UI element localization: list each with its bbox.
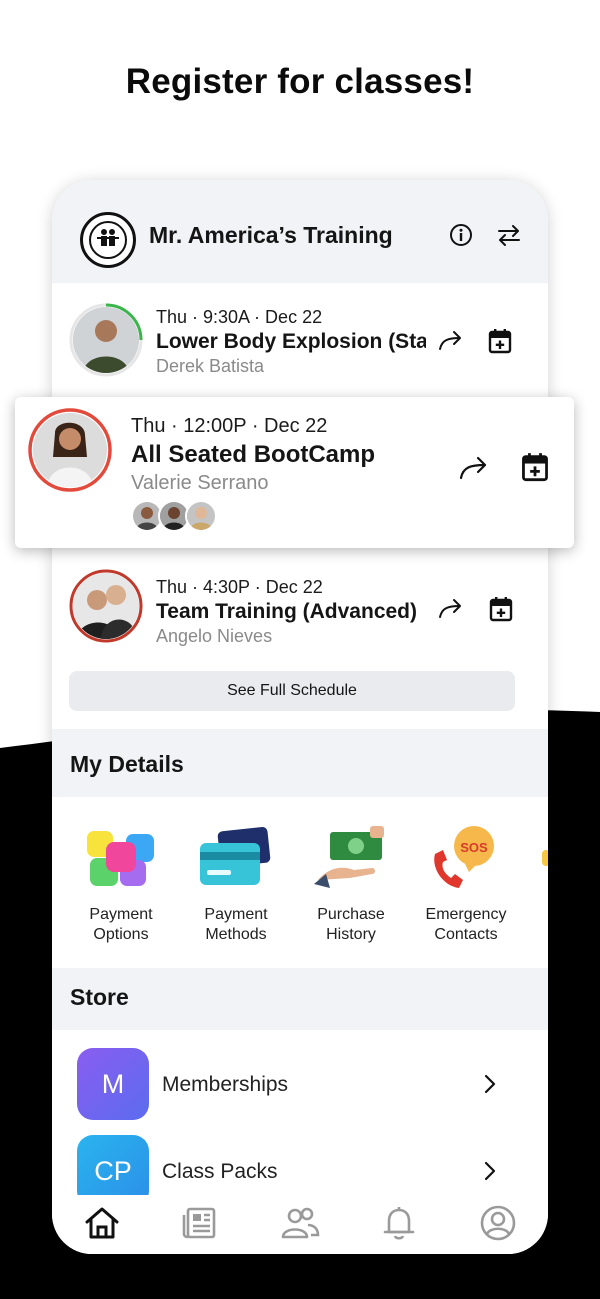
featured-class-card[interactable]: Thu · 12:00P · Dec 22 All Seated BootCam… [15,397,574,548]
tab-bar [52,1195,548,1254]
svg-text:SOS: SOS [460,840,488,855]
profile-icon[interactable] [478,1203,518,1243]
store-item-label: Memberships [162,1073,289,1096]
membership-badge: M [77,1048,149,1120]
chevron-right-icon [484,1074,496,1094]
bell-icon[interactable] [379,1203,419,1243]
headline: Register for classes! [125,62,475,101]
share-arrow-icon[interactable] [438,598,464,620]
store-item-label: Class Packs [162,1160,278,1183]
chevron-right-icon [484,1161,496,1181]
attendee-avatar [185,500,217,532]
colored-tiles-icon [87,831,154,886]
app-title: Mr. America’s Training [149,222,393,248]
trainer-name: Angelo Nieves [156,626,273,646]
share-arrow-icon[interactable] [459,455,489,481]
people-icon[interactable] [280,1203,320,1243]
add-calendar-icon[interactable] [488,328,512,354]
detail-label: Emergency Contacts [425,906,507,943]
trainer-avatar [27,407,113,493]
add-calendar-icon[interactable] [489,596,513,622]
class-title: Team Training (Advanced) [156,600,417,623]
gym-logo [80,212,136,268]
trainer-avatar [68,568,144,644]
credit-cards-icon [200,826,271,885]
swap-arrows-icon[interactable] [496,222,522,248]
trainer-avatar [68,302,144,378]
info-icon[interactable] [448,222,474,248]
money-hand-icon [314,826,384,888]
my-details-header: My Details [52,729,548,797]
see-full-schedule-button[interactable]: See Full Schedule [69,671,515,711]
share-arrow-icon[interactable] [438,330,464,352]
class-date: Thu · 9:30A · Dec 22 [156,307,323,327]
detail-label: Purchase History [317,906,385,943]
store-header: Store [52,968,548,1030]
section-title: My Details [70,751,184,777]
class-row[interactable]: Thu · 4:30P · Dec 22 Team Training (Adva… [52,560,548,670]
trainer-name: Derek Batista [156,356,265,376]
class-title: Lower Body Explosion (Static [156,330,426,353]
class-date: Thu · 12:00P · Dec 22 [131,415,328,437]
sos-phone-icon: SOS [434,826,494,888]
home-icon[interactable] [82,1203,122,1243]
class-date: Thu · 4:30P · Dec 22 [156,577,323,597]
class-row[interactable]: Thu · 9:30A · Dec 22 Lower Body Explosio… [52,290,548,400]
class-title: All Seated BootCamp [131,441,376,468]
next-tile-peek [542,850,548,866]
section-title: Store [70,984,129,1010]
trainer-name: Valerie Serrano [131,472,269,494]
store-item-memberships[interactable]: M Memberships [52,1040,548,1120]
detail-label: Payment Options [89,906,153,943]
news-icon[interactable] [180,1203,220,1243]
app-header: Mr. America’s Training [52,180,548,283]
phone-screen: Mr. America’s Training Thu · 9:30A · Dec… [52,180,548,1254]
add-calendar-icon[interactable] [521,452,549,482]
detail-label: Payment Methods [204,906,268,943]
